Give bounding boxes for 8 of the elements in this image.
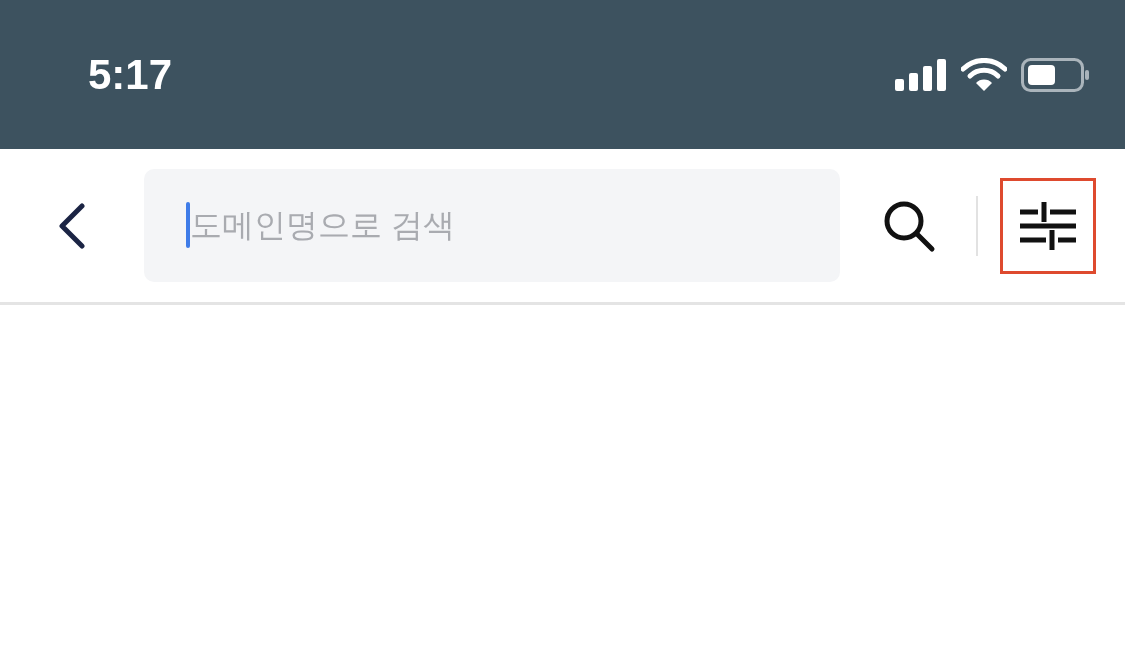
wifi-icon — [961, 57, 1007, 92]
back-button[interactable] — [56, 202, 86, 249]
back-icon — [56, 202, 86, 249]
status-time: 5:17 — [88, 50, 173, 99]
battery-icon — [1021, 57, 1091, 92]
filter-button[interactable] — [1000, 177, 1096, 274]
signal-icon — [895, 58, 947, 91]
search-field[interactable]: 도메인명으로 검색 — [144, 169, 840, 282]
